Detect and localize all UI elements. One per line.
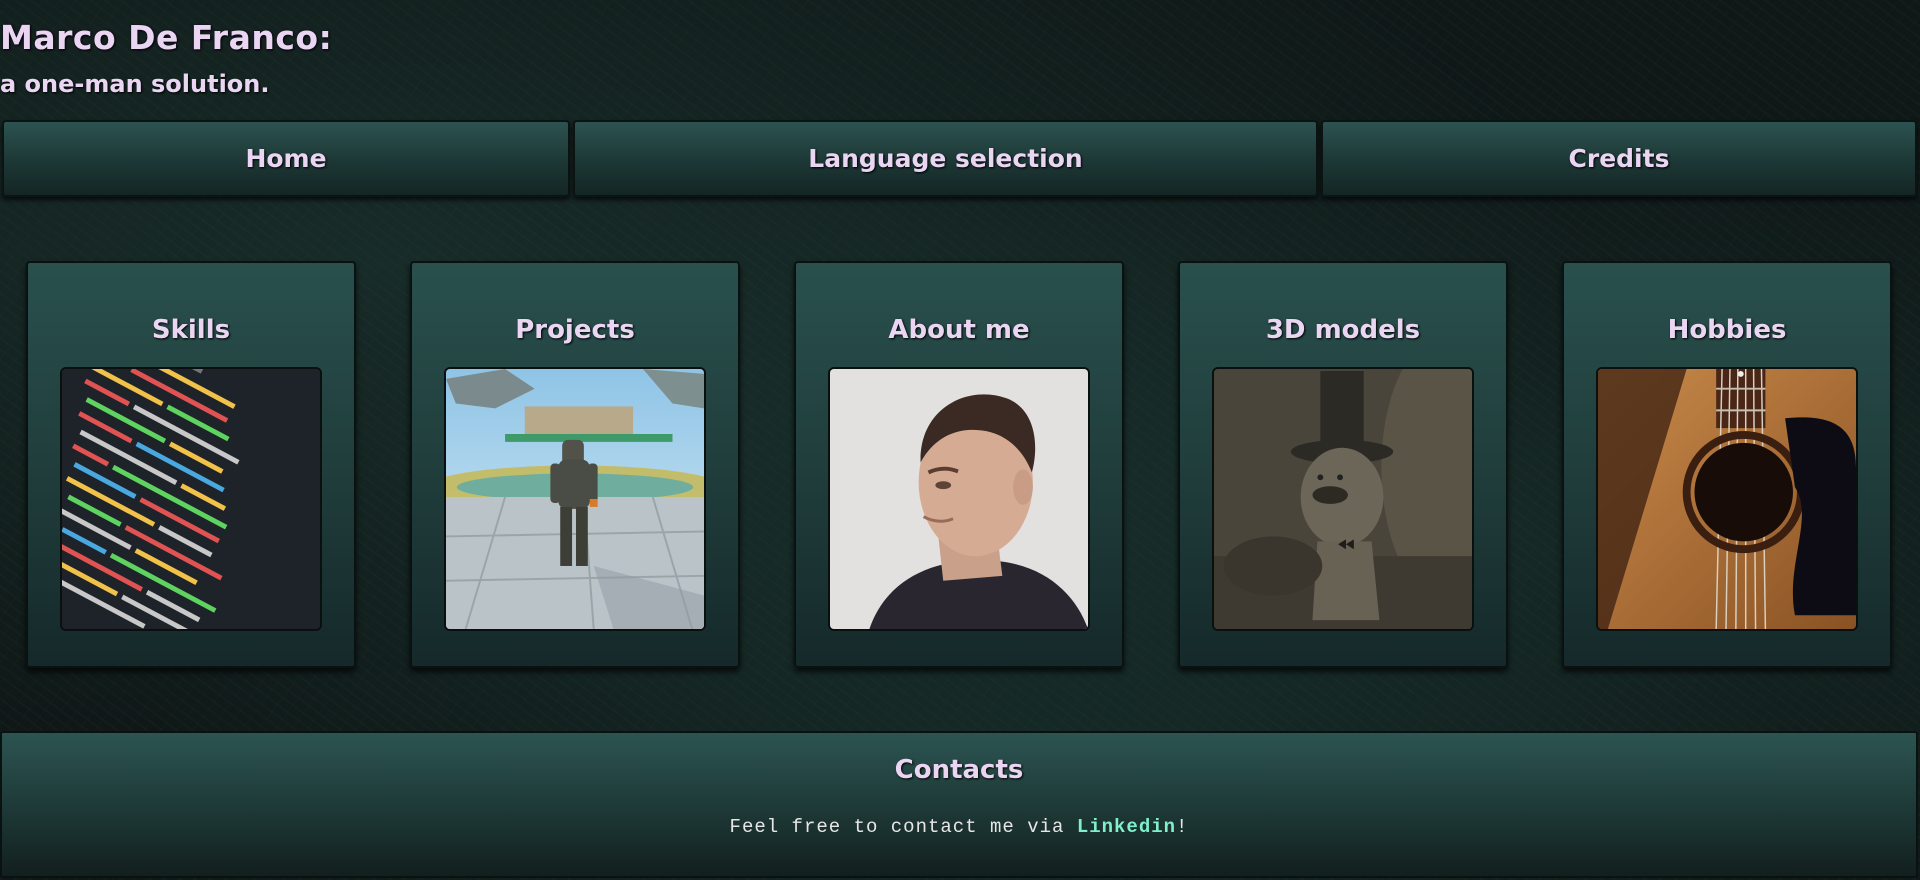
- card-about-me[interactable]: About me: [794, 261, 1124, 668]
- nav-language-button[interactable]: Language selection: [573, 120, 1318, 197]
- contacts-section: Contacts Feel free to contact me via Lin…: [0, 731, 1918, 878]
- code-screenshot-image[interactable]: [60, 367, 322, 631]
- contacts-text-before: Feel free to contact me via: [729, 816, 1077, 838]
- guitar-image[interactable]: [1596, 367, 1858, 631]
- game-character-image[interactable]: [444, 367, 706, 631]
- contacts-title: Contacts: [894, 755, 1024, 785]
- card-3d-models[interactable]: 3D models: [1178, 261, 1508, 668]
- nav-credits-button[interactable]: Credits: [1321, 120, 1917, 197]
- card-title: Skills: [151, 315, 231, 345]
- card-projects[interactable]: Projects: [410, 261, 740, 668]
- card-title: Hobbies: [1667, 315, 1787, 345]
- page-subtitle: a one-man solution.: [0, 70, 270, 98]
- 3d-model-render-image[interactable]: [1212, 367, 1474, 631]
- nav-home-button[interactable]: Home: [2, 120, 570, 197]
- page-title: Marco De Franco:: [0, 18, 333, 57]
- portrait-image[interactable]: [828, 367, 1090, 631]
- card-skills[interactable]: Skills: [26, 261, 356, 668]
- linkedin-link[interactable]: Linkedin: [1077, 816, 1176, 838]
- card-title: 3D models: [1265, 315, 1421, 345]
- contacts-text-after: !: [1176, 816, 1189, 838]
- contacts-text: Feel free to contact me via Linkedin!: [2, 816, 1916, 838]
- card-hobbies[interactable]: Hobbies: [1562, 261, 1892, 668]
- card-title: Projects: [515, 315, 635, 345]
- card-title: About me: [888, 315, 1030, 345]
